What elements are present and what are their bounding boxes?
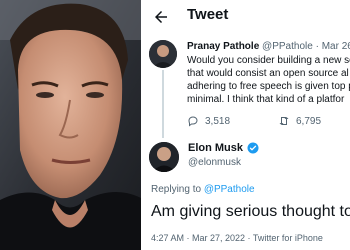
reply-icon <box>188 116 198 127</box>
avatar-image <box>149 142 179 172</box>
reply-body-line: Would you consider building a new so <box>187 55 350 66</box>
replying-prefix: Replying to <box>151 184 202 195</box>
retweet-icon <box>279 117 289 125</box>
portrait-image <box>0 0 141 250</box>
main-author-handle[interactable]: @elonmusk <box>188 157 241 168</box>
reply-author-name[interactable]: Pranay Pathole <box>187 41 259 52</box>
main-author-name-row[interactable]: Elon Musk <box>188 142 259 154</box>
avatar-image <box>149 40 177 68</box>
avatar[interactable] <box>149 142 179 172</box>
reply-header: Pranay Pathole @PPathole · Mar 26 <box>187 40 350 53</box>
thread-line <box>162 70 164 138</box>
reply-body-line: minimal. I think that kind of a platfor <box>187 94 345 105</box>
top-bar: Tweet <box>141 0 350 34</box>
tweet-panel: Tweet Pranay Pathole @PPathole · Mar 26 … <box>141 0 350 250</box>
replying-to: Replying to @PPathole <box>151 184 255 195</box>
reply-count[interactable]: 3,518 <box>187 115 230 127</box>
reply-count-value: 3,518 <box>205 115 231 127</box>
separator: · <box>315 41 319 52</box>
avatar[interactable] <box>149 40 177 68</box>
verified-badge-icon <box>247 142 259 154</box>
main-author-name[interactable]: Elon Musk <box>188 142 243 154</box>
page-title: Tweet <box>187 6 229 23</box>
reply-body-line: that would consist an open source al <box>187 68 349 79</box>
replying-handle-link[interactable]: @PPathole <box>204 184 255 195</box>
retweet-count[interactable]: 6,795 <box>278 115 321 127</box>
reply-body: Would you consider building a new so tha… <box>187 54 350 106</box>
profile-photo <box>0 0 141 250</box>
retweet-count-value: 6,795 <box>296 115 322 127</box>
reply-date[interactable]: Mar 26 <box>322 41 350 52</box>
tweet-timestamp[interactable]: 4:27 AM · Mar 27, 2022 · Twitter for iPh… <box>151 233 323 243</box>
reply-author-handle[interactable]: @PPathole <box>262 41 313 52</box>
tweet-text: Am giving serious thought to t <box>151 203 350 220</box>
back-arrow-icon[interactable] <box>152 8 170 26</box>
reply-body-line: adhering to free speech is given top p <box>187 81 350 92</box>
